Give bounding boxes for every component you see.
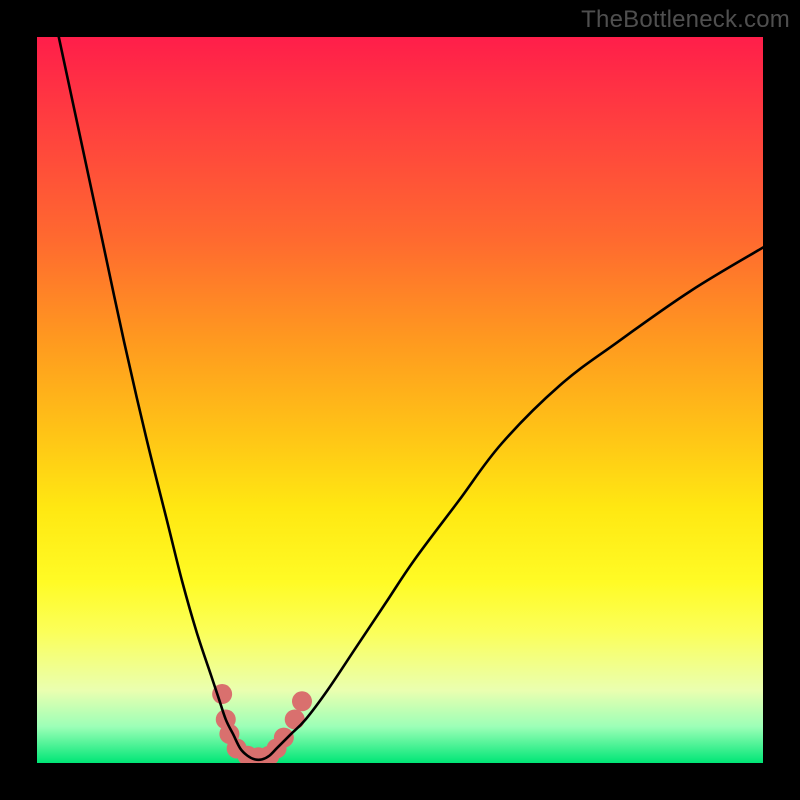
bottleneck-curve <box>59 37 763 760</box>
plot-area <box>37 37 763 763</box>
chart-frame: TheBottleneck.com <box>0 0 800 800</box>
marker-dot <box>274 728 294 748</box>
watermark-text: TheBottleneck.com <box>581 6 790 34</box>
chart-svg <box>37 37 763 763</box>
marker-dot <box>285 709 305 729</box>
marker-dot <box>292 691 312 711</box>
